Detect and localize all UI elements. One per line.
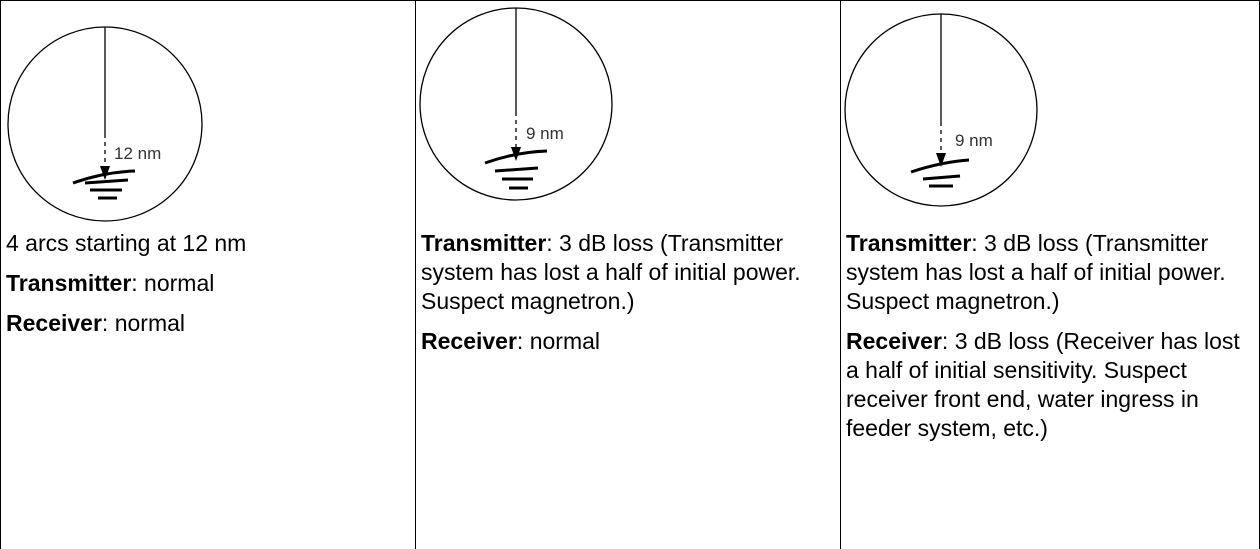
distance-label: 9 nm bbox=[955, 131, 993, 150]
echo-arc-2 bbox=[494, 166, 539, 173]
summary-line: 4 arcs starting at 12 nm bbox=[6, 230, 247, 256]
radar-scope-transmitter-receiver-loss: 9 nm bbox=[844, 13, 1038, 207]
receiver-status: Receiver: normal bbox=[6, 310, 186, 336]
transmitter-status: Transmitter: 3 dB loss (Transmitter syst… bbox=[421, 230, 801, 314]
echo-arc-2 bbox=[922, 174, 961, 181]
radar-scope-normal: 12 nm bbox=[7, 26, 203, 222]
column-transmitter-loss: 9 nm Transmitter: 3 dB loss (Transmitter… bbox=[416, 0, 840, 549]
distance-label: 9 nm bbox=[526, 124, 564, 143]
receiver-status: Receiver: 3 dB loss (Receiver has lost a… bbox=[846, 328, 1240, 441]
receiver-status: Receiver: normal bbox=[421, 328, 601, 354]
transmitter-status: Transmitter: 3 dB loss (Transmitter syst… bbox=[846, 230, 1226, 314]
column-text: Transmitter: 3 dB loss (Transmitter syst… bbox=[846, 229, 1253, 454]
column-text: Transmitter: 3 dB loss (Transmitter syst… bbox=[421, 229, 834, 367]
column-text: 4 arcs starting at 12 nm Transmitter: no… bbox=[6, 229, 409, 349]
column-transmitter-receiver-loss: 9 nm Transmitter: 3 dB loss (Transmitter… bbox=[841, 0, 1259, 549]
radar-scope-transmitter-loss: 9 nm bbox=[419, 7, 613, 201]
distance-label: 12 nm bbox=[114, 144, 161, 163]
transmitter-status: Transmitter: normal bbox=[6, 270, 215, 296]
echo-arc-2 bbox=[84, 178, 129, 185]
column-normal: 12 nm 4 arcs starting at 12 nm Transmitt… bbox=[1, 0, 415, 549]
